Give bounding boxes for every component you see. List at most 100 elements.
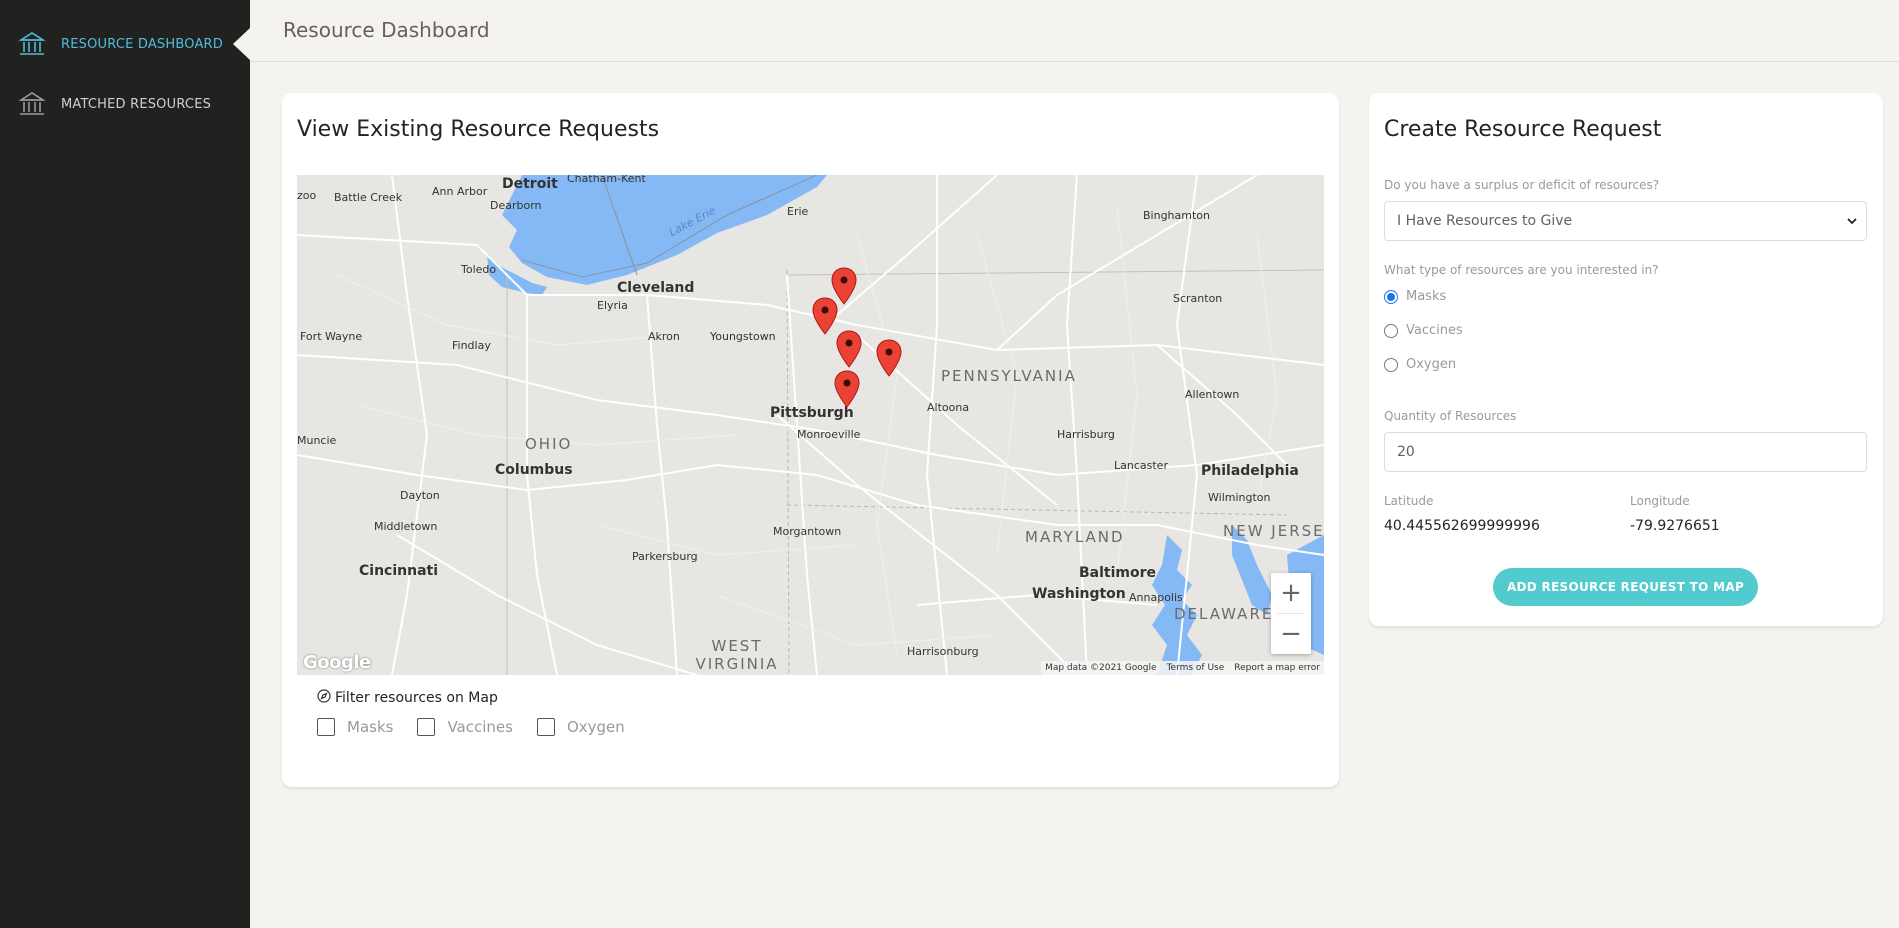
map-label-city: Dayton: [400, 489, 440, 502]
map-label-city: Monroeville: [797, 428, 861, 441]
sidebar-item-label: MATCHED RESOURCES: [61, 96, 212, 112]
checkbox-label: Masks: [347, 718, 394, 736]
map-label-city: Dearborn: [490, 199, 542, 212]
map-label-city: Altoona: [927, 401, 970, 414]
card-title: View Existing Resource Requests: [297, 117, 660, 142]
longitude-value: -79.9276651: [1630, 518, 1720, 534]
checkbox-label: Oxygen: [566, 718, 625, 736]
map-pin-icon[interactable]: [834, 370, 860, 408]
surplus-select[interactable]: I Have Resources to Give: [1384, 201, 1867, 241]
map-label-city: Lancaster: [1114, 459, 1168, 472]
active-indicator: [233, 28, 250, 60]
map-label-city: Columbus: [495, 462, 573, 478]
checkbox-box[interactable]: [417, 718, 436, 736]
filter-options: Masks Vaccines Oxygen: [317, 718, 649, 736]
map-label-city: Fort Wayne: [300, 330, 363, 343]
map-label-city: Ann Arbor: [432, 185, 488, 198]
map-label-city: Washington: [1032, 586, 1126, 602]
filter-title: Filter resources on Map: [335, 690, 498, 706]
card-title: Create Resource Request: [1384, 117, 1662, 142]
page-title: Resource Dashboard: [283, 18, 490, 42]
type-label: What type of resources are you intereste…: [1384, 263, 1659, 277]
radio-button[interactable]: [1384, 289, 1398, 304]
report-error-link[interactable]: Report a map error: [1234, 663, 1320, 673]
sidebar: RESOURCE DASHBOARD MATCHED RESOURCES: [0, 0, 250, 928]
type-radio-masks[interactable]: Masks: [1384, 289, 1446, 304]
map-label-city: Detroit: [502, 176, 558, 192]
map-label-city: Parkersburg: [632, 550, 698, 563]
map-label-region: OHIO: [525, 435, 573, 453]
map-label-city: Middletown: [374, 520, 438, 533]
checkbox-box[interactable]: [536, 718, 555, 736]
map-label-city: Toledo: [461, 263, 497, 276]
map-label-city: Wilmington: [1208, 491, 1271, 504]
filter-heading: Filter resources on Map: [317, 689, 498, 707]
chevron-down-icon: [1846, 215, 1858, 227]
map-label-city: Elyria: [597, 299, 628, 312]
map-label-city: Battle Creek: [334, 191, 403, 204]
terms-link[interactable]: Terms of Use: [1167, 663, 1225, 673]
map-label-region: NEW JERSEY: [1223, 522, 1324, 540]
sidebar-item-label: RESOURCE DASHBOARD: [61, 36, 223, 52]
add-resource-request-button[interactable]: ADD RESOURCE REQUEST TO MAP: [1493, 568, 1758, 606]
map-label-city: Youngstown: [710, 330, 776, 343]
map-label-city: Philadelphia: [1201, 463, 1299, 479]
radio-button[interactable]: [1384, 323, 1398, 338]
zoom-in-button[interactable]: +: [1271, 573, 1311, 613]
latitude-value: 40.445562699999996: [1384, 518, 1540, 534]
zoom-out-button[interactable]: −: [1271, 614, 1311, 654]
latitude-label: Latitude: [1384, 494, 1434, 508]
map-card: View Existing Resource Requests zoo Batt…: [282, 93, 1339, 787]
map-label-city: Morgantown: [773, 525, 842, 538]
quantity-label: Quantity of Resources: [1384, 409, 1517, 423]
create-request-card: Create Resource Request Do you have a su…: [1369, 93, 1883, 626]
map-label-city: Findlay: [452, 339, 491, 352]
bank-icon: [18, 91, 46, 117]
quantity-input[interactable]: 20: [1384, 432, 1867, 472]
filter-vaccines-checkbox[interactable]: Vaccines: [417, 718, 513, 736]
checkbox-label: Vaccines: [447, 718, 513, 736]
map-pin-icon[interactable]: [876, 339, 902, 377]
map-label-city: Harrisonburg: [907, 645, 979, 658]
map-label-city: Cleveland: [617, 280, 695, 296]
map-pin-icon[interactable]: [812, 297, 838, 335]
map-label-city: zoo: [297, 189, 317, 202]
filter-masks-checkbox[interactable]: Masks: [317, 718, 393, 736]
map-label-city: Muncie: [297, 434, 337, 447]
type-radio-oxygen[interactable]: Oxygen: [1384, 357, 1456, 372]
map-label-city: Harrisburg: [1057, 428, 1115, 441]
input-value: 20: [1397, 444, 1415, 460]
map-label-city: Erie: [787, 205, 809, 218]
zoom-control: + −: [1271, 573, 1311, 654]
google-logo: Google: [303, 652, 371, 673]
map-label-region: PENNSYLVANIA: [941, 367, 1077, 385]
type-radio-vaccines[interactable]: Vaccines: [1384, 323, 1463, 338]
map-label-region: WEST VIRGINIA: [695, 637, 779, 673]
map-label-city: Chatham-Kent: [567, 175, 646, 185]
radio-label: Oxygen: [1406, 357, 1457, 372]
radio-label: Masks: [1406, 289, 1447, 304]
select-value: I Have Resources to Give: [1397, 213, 1573, 229]
compass-icon: [317, 689, 331, 707]
sidebar-item-matched-resources[interactable]: MATCHED RESOURCES: [0, 82, 250, 126]
map-label-city: Akron: [648, 330, 680, 343]
map-label-city: Allentown: [1185, 388, 1240, 401]
map-pin-icon[interactable]: [836, 330, 862, 368]
map-label-region: MARYLAND: [1025, 528, 1125, 546]
bank-icon: [18, 31, 46, 57]
map-label-city: Binghamton: [1143, 209, 1210, 222]
map-footer: Map data ©2021 Google Terms of Use Repor…: [1041, 661, 1324, 675]
surplus-label: Do you have a surplus or deficit of reso…: [1384, 178, 1660, 192]
radio-button[interactable]: [1384, 357, 1398, 372]
map-label-city: Scranton: [1173, 292, 1223, 305]
longitude-label: Longitude: [1630, 494, 1690, 508]
topbar: Resource Dashboard: [250, 0, 1899, 62]
filter-oxygen-checkbox[interactable]: Oxygen: [536, 718, 625, 736]
checkbox-box[interactable]: [317, 718, 335, 736]
radio-label: Vaccines: [1406, 323, 1463, 338]
map-label-city: Cincinnati: [359, 563, 439, 579]
map-label-city: Baltimore: [1079, 565, 1157, 581]
sidebar-item-resource-dashboard[interactable]: RESOURCE DASHBOARD: [0, 22, 250, 66]
map[interactable]: zoo Battle Creek Ann Arbor Detroit Chath…: [297, 175, 1324, 675]
map-attribution: Map data ©2021 Google: [1045, 663, 1157, 673]
